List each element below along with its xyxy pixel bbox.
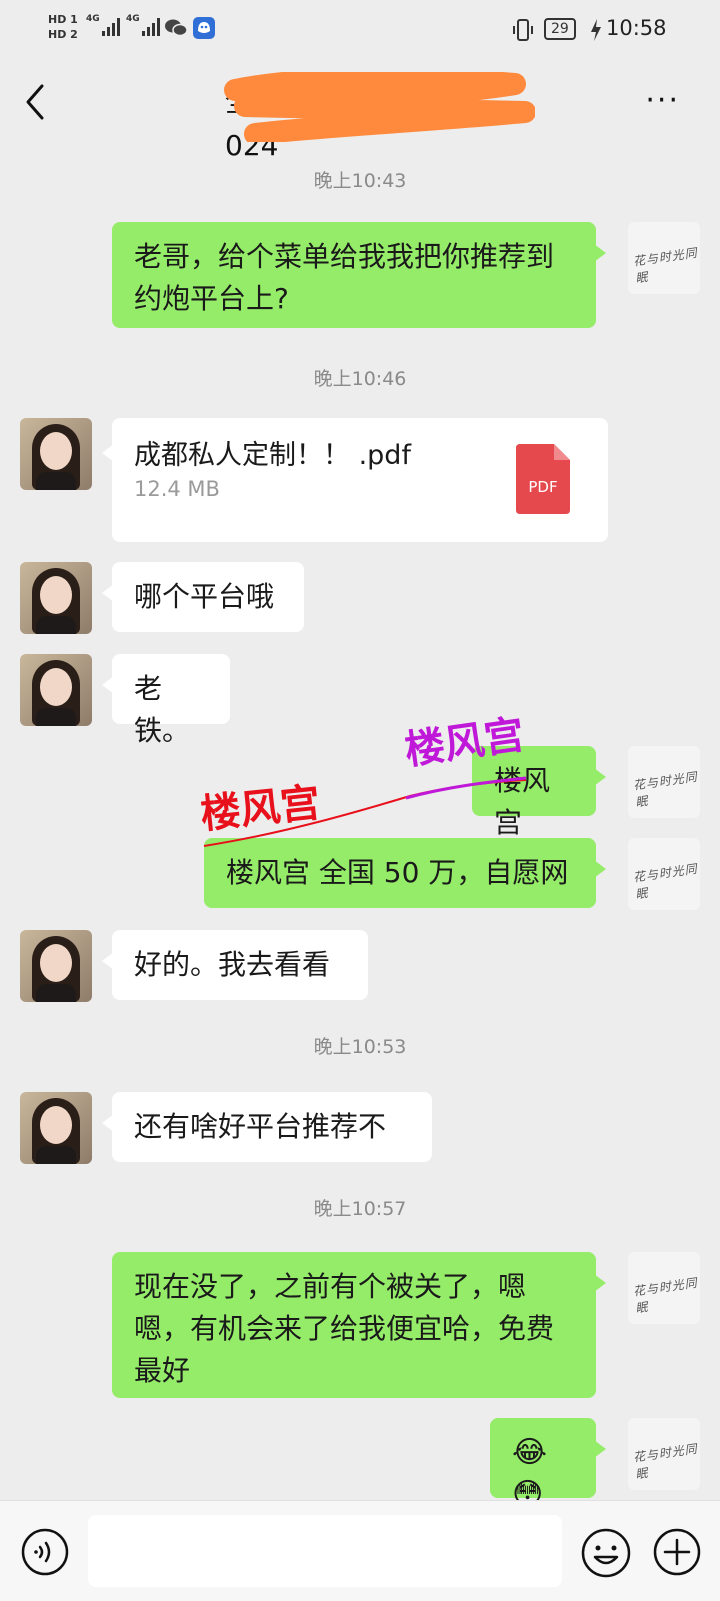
contact-avatar[interactable] [20, 1092, 92, 1164]
more-options-button[interactable]: ··· [645, 86, 680, 116]
avatar-signature: 花与时光同眠 [632, 1441, 699, 1482]
chat-header: 全全■■■■■■■ 024 ··· [0, 60, 720, 162]
avatar-signature: 花与时光同眠 [632, 245, 699, 286]
signal-1-icon: 4G [86, 14, 120, 36]
avatar-signature: 花与时光同眠 [632, 861, 699, 902]
vibrate-icon [513, 19, 533, 41]
message-bubble-received[interactable]: 老铁。 [102, 654, 230, 747]
message-input[interactable] [88, 1515, 562, 1587]
chevron-left-icon [26, 84, 44, 120]
timestamp: 晚上10:43 [313, 170, 407, 192]
contact-avatar[interactable] [20, 654, 92, 726]
qq-app-icon [193, 17, 215, 39]
battery-icon: 29 [544, 18, 576, 40]
my-avatar[interactable]: 花与时光同眠 [628, 1252, 700, 1324]
annotation-stroke [203, 776, 527, 847]
file-message-card[interactable]: 成都私人定制！！ .pdf 12.4 MB PDF [102, 418, 608, 542]
chat-title-area: 全全■■■■■■■ 024 [224, 72, 535, 162]
hd-indicator: HD 1 HD 2 [48, 12, 78, 42]
hd1-label: HD 1 [48, 13, 78, 26]
pdf-file-icon: PDF [516, 444, 570, 514]
redaction-scribble [224, 72, 535, 142]
my-avatar[interactable]: 花与时光同眠 [628, 1418, 700, 1490]
net2-label: 4G [126, 14, 140, 24]
timestamp: 晚上10:46 [313, 368, 407, 390]
contact-avatar[interactable] [20, 562, 92, 634]
message-bubble-sent[interactable]: 现在没了，之前有个被关了，嗯嗯，有机会来了给我便宜哈，免费最好 [112, 1252, 606, 1398]
back-button[interactable] [18, 80, 58, 124]
message-bubble-received[interactable]: 好的。我去看看 [102, 930, 368, 1000]
plus-icon [663, 1538, 691, 1566]
net1-label: 4G [86, 14, 100, 24]
more-actions-button[interactable] [652, 1527, 702, 1577]
emoji-button[interactable] [580, 1527, 632, 1579]
clock: 10:58 [606, 16, 667, 40]
voice-wave-icon [34, 1541, 51, 1563]
message-bubble-sent-emoji[interactable]: 😂😳 [490, 1418, 606, 1500]
status-bar: HD 1 HD 2 4G 4G 29 10:58 [0, 0, 720, 60]
hd2-label: HD 2 [48, 28, 78, 41]
message-bubble-sent[interactable]: 老哥，给个菜单给我我把你推荐到约炮平台上? [112, 222, 606, 328]
message-list[interactable]: 晚上10:43 老哥，给个菜单给我我把你推荐到约炮平台上? 花与时光同眠 晚上1… [0, 144, 720, 1500]
pdf-icon-label: PDF [528, 478, 557, 496]
message-bubble-received[interactable]: 还有啥好平台推荐不 [102, 1092, 432, 1162]
avatar-signature: 花与时光同眠 [632, 769, 699, 810]
input-toolbar [0, 1500, 720, 1601]
my-avatar[interactable]: 花与时光同眠 [628, 222, 700, 294]
avatar-signature: 花与时光同眠 [632, 1275, 699, 1316]
contact-avatar[interactable] [20, 418, 92, 490]
smiley-icon [593, 1545, 619, 1565]
my-avatar[interactable]: 花与时光同眠 [628, 838, 700, 910]
contact-avatar[interactable] [20, 930, 92, 1002]
signal-2-icon: 4G [126, 14, 160, 36]
wechat-icon [165, 19, 188, 37]
charging-icon [591, 19, 601, 41]
timestamp: 晚上10:57 [313, 1198, 407, 1220]
battery-level: 29 [551, 21, 569, 37]
message-bubble-received[interactable]: 哪个平台哦 [102, 562, 304, 632]
my-avatar[interactable]: 花与时光同眠 [628, 746, 700, 818]
voice-input-button[interactable] [20, 1527, 70, 1577]
timestamp: 晚上10:53 [313, 1036, 407, 1058]
